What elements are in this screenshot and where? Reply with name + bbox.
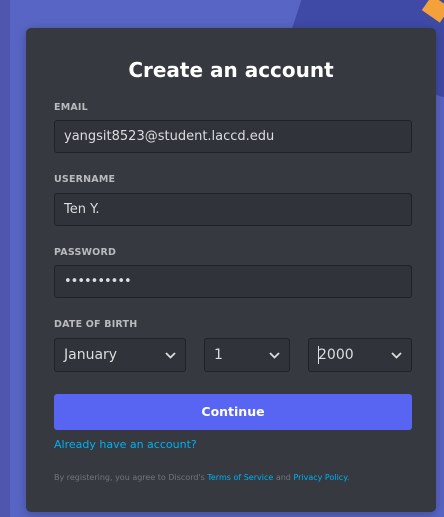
text-cursor <box>318 346 319 364</box>
password-field[interactable]: •••••••••• <box>54 265 412 298</box>
username-field[interactable]: Ten Y. <box>54 193 412 226</box>
terms-prefix: By registering, you agree to Discord's <box>54 473 208 482</box>
email-field[interactable]: yangsit8523@student.laccd.edu <box>54 120 412 153</box>
day-value: 1 <box>214 347 223 363</box>
email-label: EMAIL <box>54 102 88 113</box>
year-select[interactable]: 2000 <box>308 338 412 372</box>
continue-button[interactable]: Continue <box>54 394 412 430</box>
login-link[interactable]: Already have an account? <box>54 438 197 451</box>
terms-middle: and <box>273 473 294 482</box>
month-select[interactable]: January <box>54 338 186 372</box>
background-left-strip <box>0 0 10 517</box>
chevron-down-icon <box>268 339 280 371</box>
page-title: Create an account <box>128 58 334 82</box>
terms-text: By registering, you agree to Discord's T… <box>54 473 349 482</box>
register-card: Create an account EMAIL yangsit8523@stud… <box>26 28 436 512</box>
chevron-down-icon <box>390 339 402 371</box>
date-of-birth-label: DATE OF BIRTH <box>54 319 138 330</box>
terms-of-service-link[interactable]: Terms of Service <box>207 473 273 482</box>
month-value: January <box>64 347 118 363</box>
day-select[interactable]: 1 <box>204 338 290 372</box>
password-label: PASSWORD <box>54 247 117 258</box>
username-label: USERNAME <box>54 174 116 185</box>
year-value: 2000 <box>318 347 354 363</box>
chevron-down-icon <box>164 339 176 371</box>
terms-suffix: . <box>346 473 350 482</box>
privacy-policy-link[interactable]: Privacy Policy <box>293 473 346 482</box>
